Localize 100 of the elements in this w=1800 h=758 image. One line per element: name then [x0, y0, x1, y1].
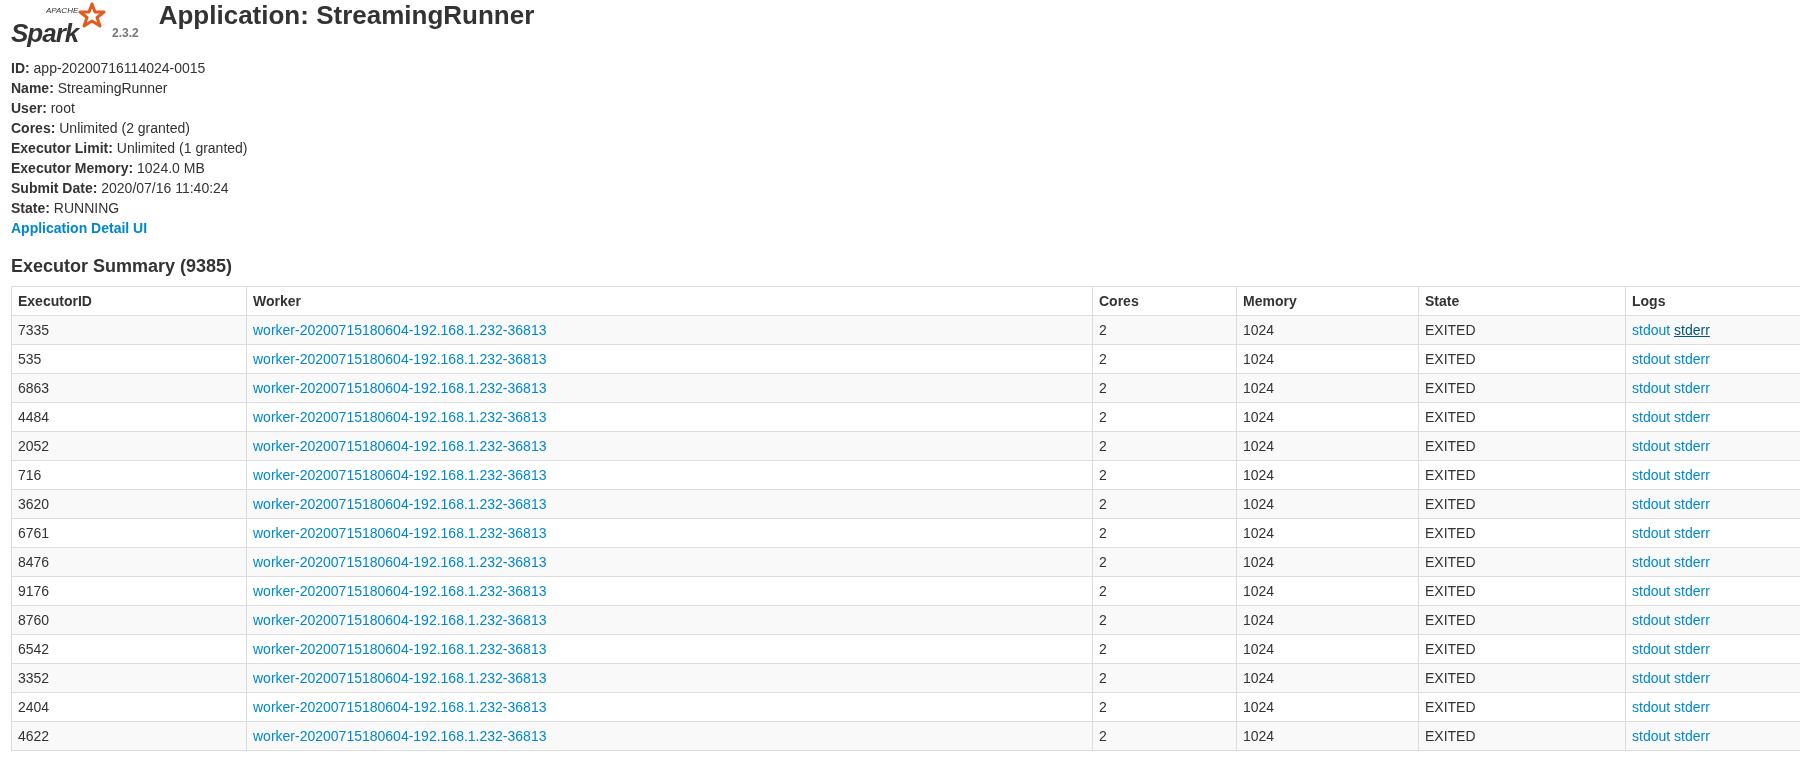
table-cell: 2404: [11, 692, 247, 722]
table-cell: EXITED: [1418, 721, 1626, 751]
log-link[interactable]: stderr: [1674, 670, 1710, 686]
table-cell: 7335: [11, 315, 247, 345]
table-cell: EXITED: [1418, 402, 1626, 432]
log-link[interactable]: stdout: [1632, 467, 1671, 483]
page-title: Application: StreamingRunner: [158, 2, 535, 28]
worker-link[interactable]: worker-20200715180604-192.168.1.232-36813: [253, 612, 547, 628]
log-link[interactable]: stdout: [1632, 612, 1671, 628]
log-link[interactable]: stderr: [1674, 612, 1710, 628]
table-cell: EXITED: [1418, 663, 1626, 693]
info-line: Cores: Unlimited (2 granted): [11, 119, 190, 138]
table-cell: EXITED: [1418, 634, 1626, 664]
worker-link[interactable]: worker-20200715180604-192.168.1.232-36813: [253, 409, 547, 425]
log-link[interactable]: stdout: [1632, 322, 1671, 338]
log-link[interactable]: stdout: [1632, 583, 1671, 599]
table-cell: 2: [1092, 518, 1237, 548]
table-cell: 1024: [1236, 576, 1419, 606]
log-link[interactable]: stderr: [1674, 583, 1710, 599]
table-cell: 4622: [11, 721, 247, 751]
table-cell: 8476: [11, 547, 247, 577]
table-cell: 1024: [1236, 634, 1419, 664]
log-link[interactable]: stderr: [1674, 322, 1710, 338]
log-link[interactable]: stderr: [1674, 699, 1710, 715]
worker-link[interactable]: worker-20200715180604-192.168.1.232-36813: [253, 322, 547, 338]
log-link[interactable]: stdout: [1632, 351, 1671, 367]
info-line: ID: app-20200716114024-0015: [11, 59, 206, 78]
table-cell: EXITED: [1418, 547, 1626, 577]
worker-link[interactable]: worker-20200715180604-192.168.1.232-36813: [253, 467, 547, 483]
worker-link[interactable]: worker-20200715180604-192.168.1.232-36813: [253, 583, 547, 599]
table-cell: 1024: [1236, 489, 1419, 519]
table-cell: 2: [1092, 344, 1237, 374]
table-cell: EXITED: [1418, 489, 1626, 519]
worker-link[interactable]: worker-20200715180604-192.168.1.232-36813: [253, 351, 547, 367]
table-cell: 2: [1092, 721, 1237, 751]
log-link[interactable]: stdout: [1632, 496, 1671, 512]
log-link[interactable]: stderr: [1674, 496, 1710, 512]
log-link[interactable]: stderr: [1674, 467, 1710, 483]
table-cell: 1024: [1236, 692, 1419, 722]
table-cell: 2: [1092, 663, 1237, 693]
table-cell: 1024: [1236, 344, 1419, 374]
log-link[interactable]: stdout: [1632, 525, 1671, 541]
worker-link[interactable]: worker-20200715180604-192.168.1.232-36813: [253, 496, 547, 512]
log-link[interactable]: stderr: [1674, 351, 1710, 367]
log-link[interactable]: stdout: [1632, 728, 1671, 744]
version-label: 2.3.2: [112, 26, 139, 40]
table-cell: 6542: [11, 634, 247, 664]
worker-link[interactable]: worker-20200715180604-192.168.1.232-36813: [253, 554, 547, 570]
worker-link[interactable]: worker-20200715180604-192.168.1.232-36813: [253, 525, 547, 541]
worker-link[interactable]: worker-20200715180604-192.168.1.232-36813: [253, 670, 547, 686]
worker-link[interactable]: worker-20200715180604-192.168.1.232-36813: [253, 699, 547, 715]
table-cell: EXITED: [1418, 692, 1626, 722]
log-link[interactable]: stdout: [1632, 641, 1671, 657]
table-cell: 2: [1092, 373, 1237, 403]
log-link[interactable]: stderr: [1674, 554, 1710, 570]
log-link[interactable]: stdout: [1632, 438, 1671, 454]
log-link[interactable]: stderr: [1674, 525, 1710, 541]
table-cell: 535: [11, 344, 247, 374]
info-line: Executor Limit: Unlimited (1 granted): [11, 139, 248, 158]
log-link[interactable]: stderr: [1674, 438, 1710, 454]
worker-link[interactable]: worker-20200715180604-192.168.1.232-36813: [253, 728, 547, 744]
table-cell: 6863: [11, 373, 247, 403]
column-header: Worker: [246, 286, 1093, 316]
log-link[interactable]: stdout: [1632, 380, 1671, 396]
log-link[interactable]: stderr: [1674, 728, 1710, 744]
table-cell: 3620: [11, 489, 247, 519]
column-header: State: [1418, 286, 1626, 316]
info-line: Executor Memory: 1024.0 MB: [11, 159, 205, 178]
table-cell: 1024: [1236, 315, 1419, 345]
column-header: ExecutorID: [11, 286, 247, 316]
detail-link[interactable]: Application Detail UI: [11, 218, 148, 238]
info-line: Submit Date: 2020/07/16 11:40:24: [11, 179, 229, 198]
table-cell: 1024: [1236, 721, 1419, 751]
logo-caption: APACHE: [45, 7, 79, 15]
table-cell: 2: [1092, 402, 1237, 432]
log-link[interactable]: stdout: [1632, 699, 1671, 715]
table-cell: 6761: [11, 518, 247, 548]
section-title: Executor Summary (9385): [11, 257, 234, 275]
table-cell: 2: [1092, 576, 1237, 606]
worker-link[interactable]: worker-20200715180604-192.168.1.232-36813: [253, 438, 547, 454]
table-cell: 2: [1092, 605, 1237, 635]
table-cell: 2: [1092, 460, 1237, 490]
table-cell: 1024: [1236, 518, 1419, 548]
table-cell: 2: [1092, 547, 1237, 577]
log-link[interactable]: stdout: [1632, 409, 1671, 425]
worker-link[interactable]: worker-20200715180604-192.168.1.232-36813: [253, 380, 547, 396]
table-cell: 716: [11, 460, 247, 490]
table-cell: 2052: [11, 431, 247, 461]
worker-link[interactable]: worker-20200715180604-192.168.1.232-36813: [253, 641, 547, 657]
log-link[interactable]: stderr: [1674, 409, 1710, 425]
table-cell: 1024: [1236, 663, 1419, 693]
table-cell: 1024: [1236, 605, 1419, 635]
table-cell: EXITED: [1418, 460, 1626, 490]
log-link[interactable]: stderr: [1674, 380, 1710, 396]
table-cell: 2: [1092, 692, 1237, 722]
log-link[interactable]: stderr: [1674, 641, 1710, 657]
log-link[interactable]: stdout: [1632, 554, 1671, 570]
table-cell: EXITED: [1418, 518, 1626, 548]
log-link[interactable]: stdout: [1632, 670, 1671, 686]
table-cell: 2: [1092, 489, 1237, 519]
